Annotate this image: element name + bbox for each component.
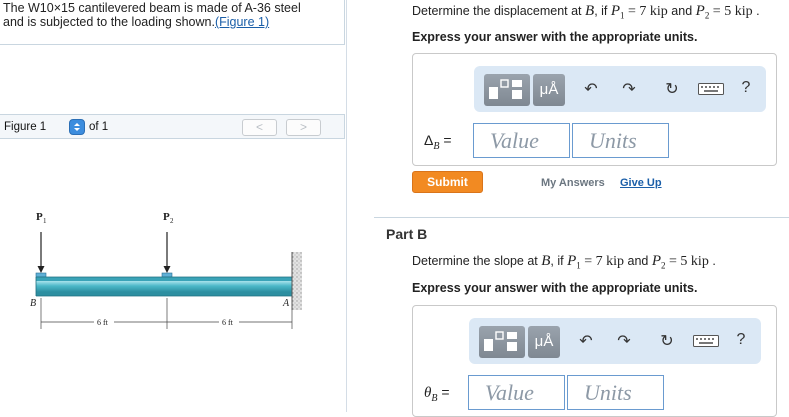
load-1-sub: 1 [43,217,47,225]
problem-statement: The W10×15 cantilevered beam is made of … [0,0,345,45]
part-b-p2-value: = 5 kip [669,254,709,269]
load-2-label: P [163,211,170,223]
previous-figure-button[interactable]: < [242,119,277,136]
problem-line-2-text: and is subjected to the loading shown. [3,15,215,29]
load-1-plate [35,272,47,278]
beam-figure: P 1 P 2 B A 6 ft 6 ft [30,211,302,329]
figure-count: of 1 [89,121,109,133]
my-answers-link[interactable]: My Answers [541,177,605,189]
fixed-wall-support [291,252,302,310]
problem-line-1: The W10×15 cantilevered beam is made of … [3,1,301,15]
part-a-p1-value-text: = 7 kip [628,4,668,19]
part-a-toolbar: μÅ ↶ ↷ ↻ ? [474,66,766,112]
dimension-1-label: 6 ft [97,318,109,327]
part-a-value-input[interactable]: Value [473,123,570,158]
load-2-arrow [163,232,171,273]
undo-icon[interactable]: ↶ [580,79,602,99]
part-b-units-placeholder: Units [584,380,632,405]
part-a-instruction: Express your answer with the appropriate… [412,30,698,44]
units-icon: μÅ [534,333,554,350]
reset-icon[interactable]: ↻ [656,331,678,351]
part-b-units-button[interactable]: μÅ [528,326,560,358]
part-a-end: . [756,4,760,18]
part-a-prompt: Determine the displacement at B, if P1 =… [412,3,760,21]
part-b-variable-sub: B [431,392,438,404]
part-a-units-placeholder: Units [589,128,637,153]
part-a-and: and [671,4,693,18]
part-b-p2: P [651,253,662,269]
part-a-units-button[interactable]: μÅ [533,74,565,106]
part-b-answer-box: μÅ ↶ ↷ ↻ ? θB = Value Units [412,305,777,417]
part-b-instruction: Express your answer with the appropriate… [412,281,698,295]
next-figure-button[interactable]: > [286,119,321,136]
part-b-title: Part B [386,226,428,242]
submit-button[interactable]: Submit [412,171,483,193]
part-a-p1: P [610,3,621,19]
keyboard-icon[interactable] [693,335,719,347]
cantilever-beam [35,276,292,297]
part-a-prompt-prefix: Determine the displacement at [412,4,586,18]
part-b-end: . [712,254,716,268]
part-b-prompt-prefix: Determine the slope at [412,254,542,268]
part-a-variable-sub: B [433,140,440,152]
part-b-units-input[interactable]: Units [567,375,664,410]
part-a-p1-sub: 1 [620,10,625,21]
part-a-template-button[interactable] [484,74,530,106]
keyboard-icon[interactable] [698,83,724,95]
part-b-toolbar: μÅ ↶ ↷ ↻ ? [469,318,761,364]
part-b-and: and [627,254,649,268]
redo-icon[interactable]: ↷ [618,79,640,99]
part-a-prompt-mid: , if [594,4,611,18]
part-b-equals: = [441,384,450,400]
part-a-units-input[interactable]: Units [572,123,669,158]
template-icon [484,331,517,351]
dimension-2-label: 6 ft [222,318,234,327]
part-a-p1-value: = 7 kip [628,4,668,19]
undo-icon[interactable]: ↶ [575,331,597,351]
redo-icon[interactable]: ↷ [613,331,635,351]
left-panel: The W10×15 cantilevered beam is made of … [0,0,346,412]
reset-icon[interactable]: ↻ [661,79,683,99]
figure-link[interactable]: (Figure 1) [215,15,269,29]
part-b-p2-sub: 2 [661,260,666,271]
load-1-arrow [37,232,45,273]
figure-select-icon[interactable] [69,119,85,135]
part-a-variable: ΔB = [424,132,452,152]
figure-label: Figure 1 [4,121,47,133]
part-a-answer-box: μÅ ↶ ↷ ↻ ? ΔB = Value Units [412,53,777,166]
part-b-variable: θB = [424,384,450,404]
load-2-plate [161,272,173,278]
help-icon[interactable]: ? [735,79,757,97]
load-1-label: P [36,211,43,223]
part-a-point: B [585,3,595,19]
part-b-prompt: Determine the slope at B, if P1 = 7 kip … [412,253,716,271]
give-up-link[interactable]: Give Up [620,177,662,189]
part-b-p1: P [567,253,577,269]
part-b-value-input[interactable]: Value [468,375,565,410]
part-a-equals: = [443,132,452,148]
part-divider [374,217,789,218]
figure-navigation-bar: Figure 1 of 1 < > [0,114,345,139]
part-b-p1-sub: 1 [576,260,581,271]
part-b-p1-value: = 7 kip [584,254,625,269]
part-b-value-placeholder: Value [485,380,534,405]
dimension-line [40,298,293,329]
part-a-p2: P [695,3,705,19]
part-a-p2-sub: 2 [704,10,710,21]
part-b-template-button[interactable] [479,326,525,358]
units-icon: μÅ [539,81,559,98]
help-icon[interactable]: ? [730,331,752,349]
part-a-value-placeholder: Value [490,128,539,153]
part-a-variable-symbol: Δ [424,132,434,148]
template-icon [489,79,522,99]
part-a-p2-value: = 5 kip [712,4,753,19]
point-a-label: A [282,298,290,309]
load-2-sub: 2 [170,217,174,225]
problem-line-2: and is subjected to the loading shown.(F… [3,15,344,29]
panel-divider [346,0,347,412]
part-b-prompt-mid: , if [550,254,568,268]
point-b-label: B [30,298,36,309]
